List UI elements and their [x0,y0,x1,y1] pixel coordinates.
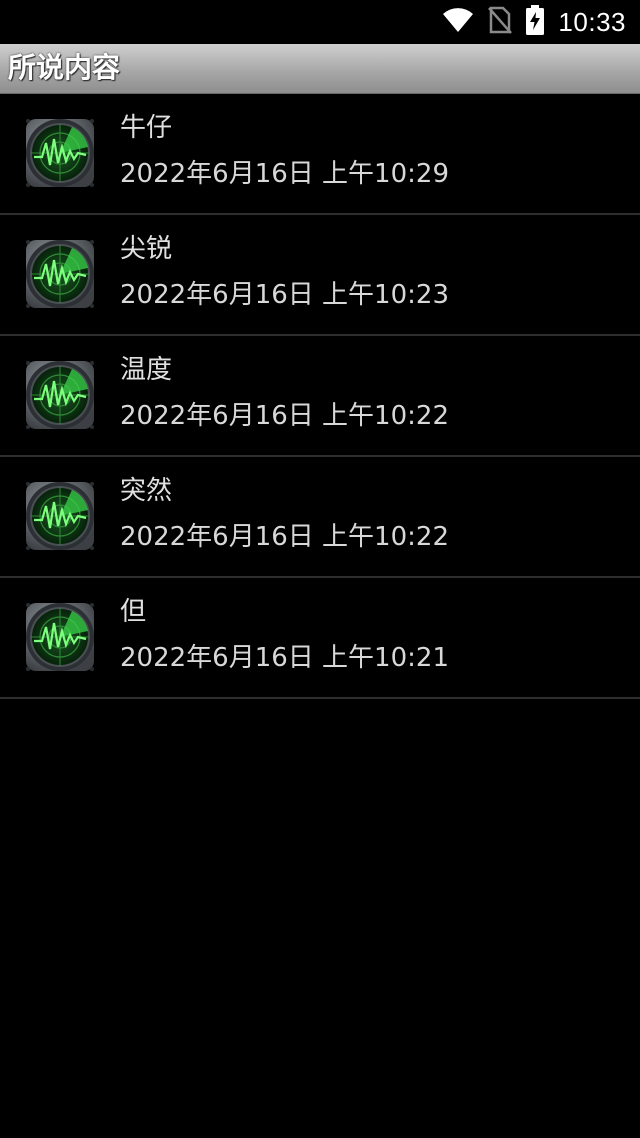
list-item[interactable]: 尖锐 2022年6月16日 上午10:23 [0,215,640,336]
status-bar: 10:33 [0,0,640,44]
list-item[interactable]: 突然 2022年6月16日 上午10:22 [0,457,640,578]
item-date: 2022年6月16日 上午10:23 [120,280,449,310]
item-title: 牛仔 [120,113,173,143]
radar-icon [20,113,100,193]
item-date: 2022年6月16日 上午10:21 [120,643,449,673]
wifi-icon [442,7,474,37]
no-sim-icon [488,6,513,38]
title-bar: 所说内容 [0,44,640,94]
status-icons: 10:33 [442,5,626,39]
radar-icon [20,355,100,435]
radar-icon [20,597,100,677]
list-item[interactable]: 牛仔 2022年6月16日 上午10:29 [0,94,640,215]
list-item[interactable]: 温度 2022年6月16日 上午10:22 [0,336,640,457]
radar-icon [20,234,100,314]
item-date: 2022年6月16日 上午10:29 [120,159,449,189]
radar-icon [20,476,100,556]
list-item[interactable]: 但 2022年6月16日 上午10:21 [0,578,640,699]
item-title: 但 [120,597,147,627]
item-title: 温度 [120,355,173,385]
item-date: 2022年6月16日 上午10:22 [120,522,449,552]
status-time: 10:33 [558,7,626,37]
item-title: 突然 [120,476,173,506]
page-title: 所说内容 [8,51,121,84]
recording-list: 牛仔 2022年6月16日 上午10:29 尖锐 2022年6月16日 上午10… [0,94,640,699]
item-title: 尖锐 [120,234,173,264]
item-date: 2022年6月16日 上午10:22 [120,401,449,431]
battery-charging-icon [526,5,545,39]
